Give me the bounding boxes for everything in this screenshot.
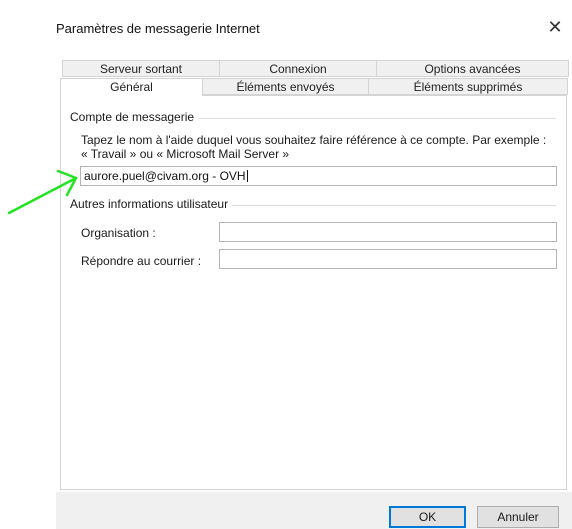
arrow-icon [7, 169, 78, 215]
internet-email-settings-dialog: Paramètres de messagerie Internet ✕ Serv… [0, 0, 572, 529]
